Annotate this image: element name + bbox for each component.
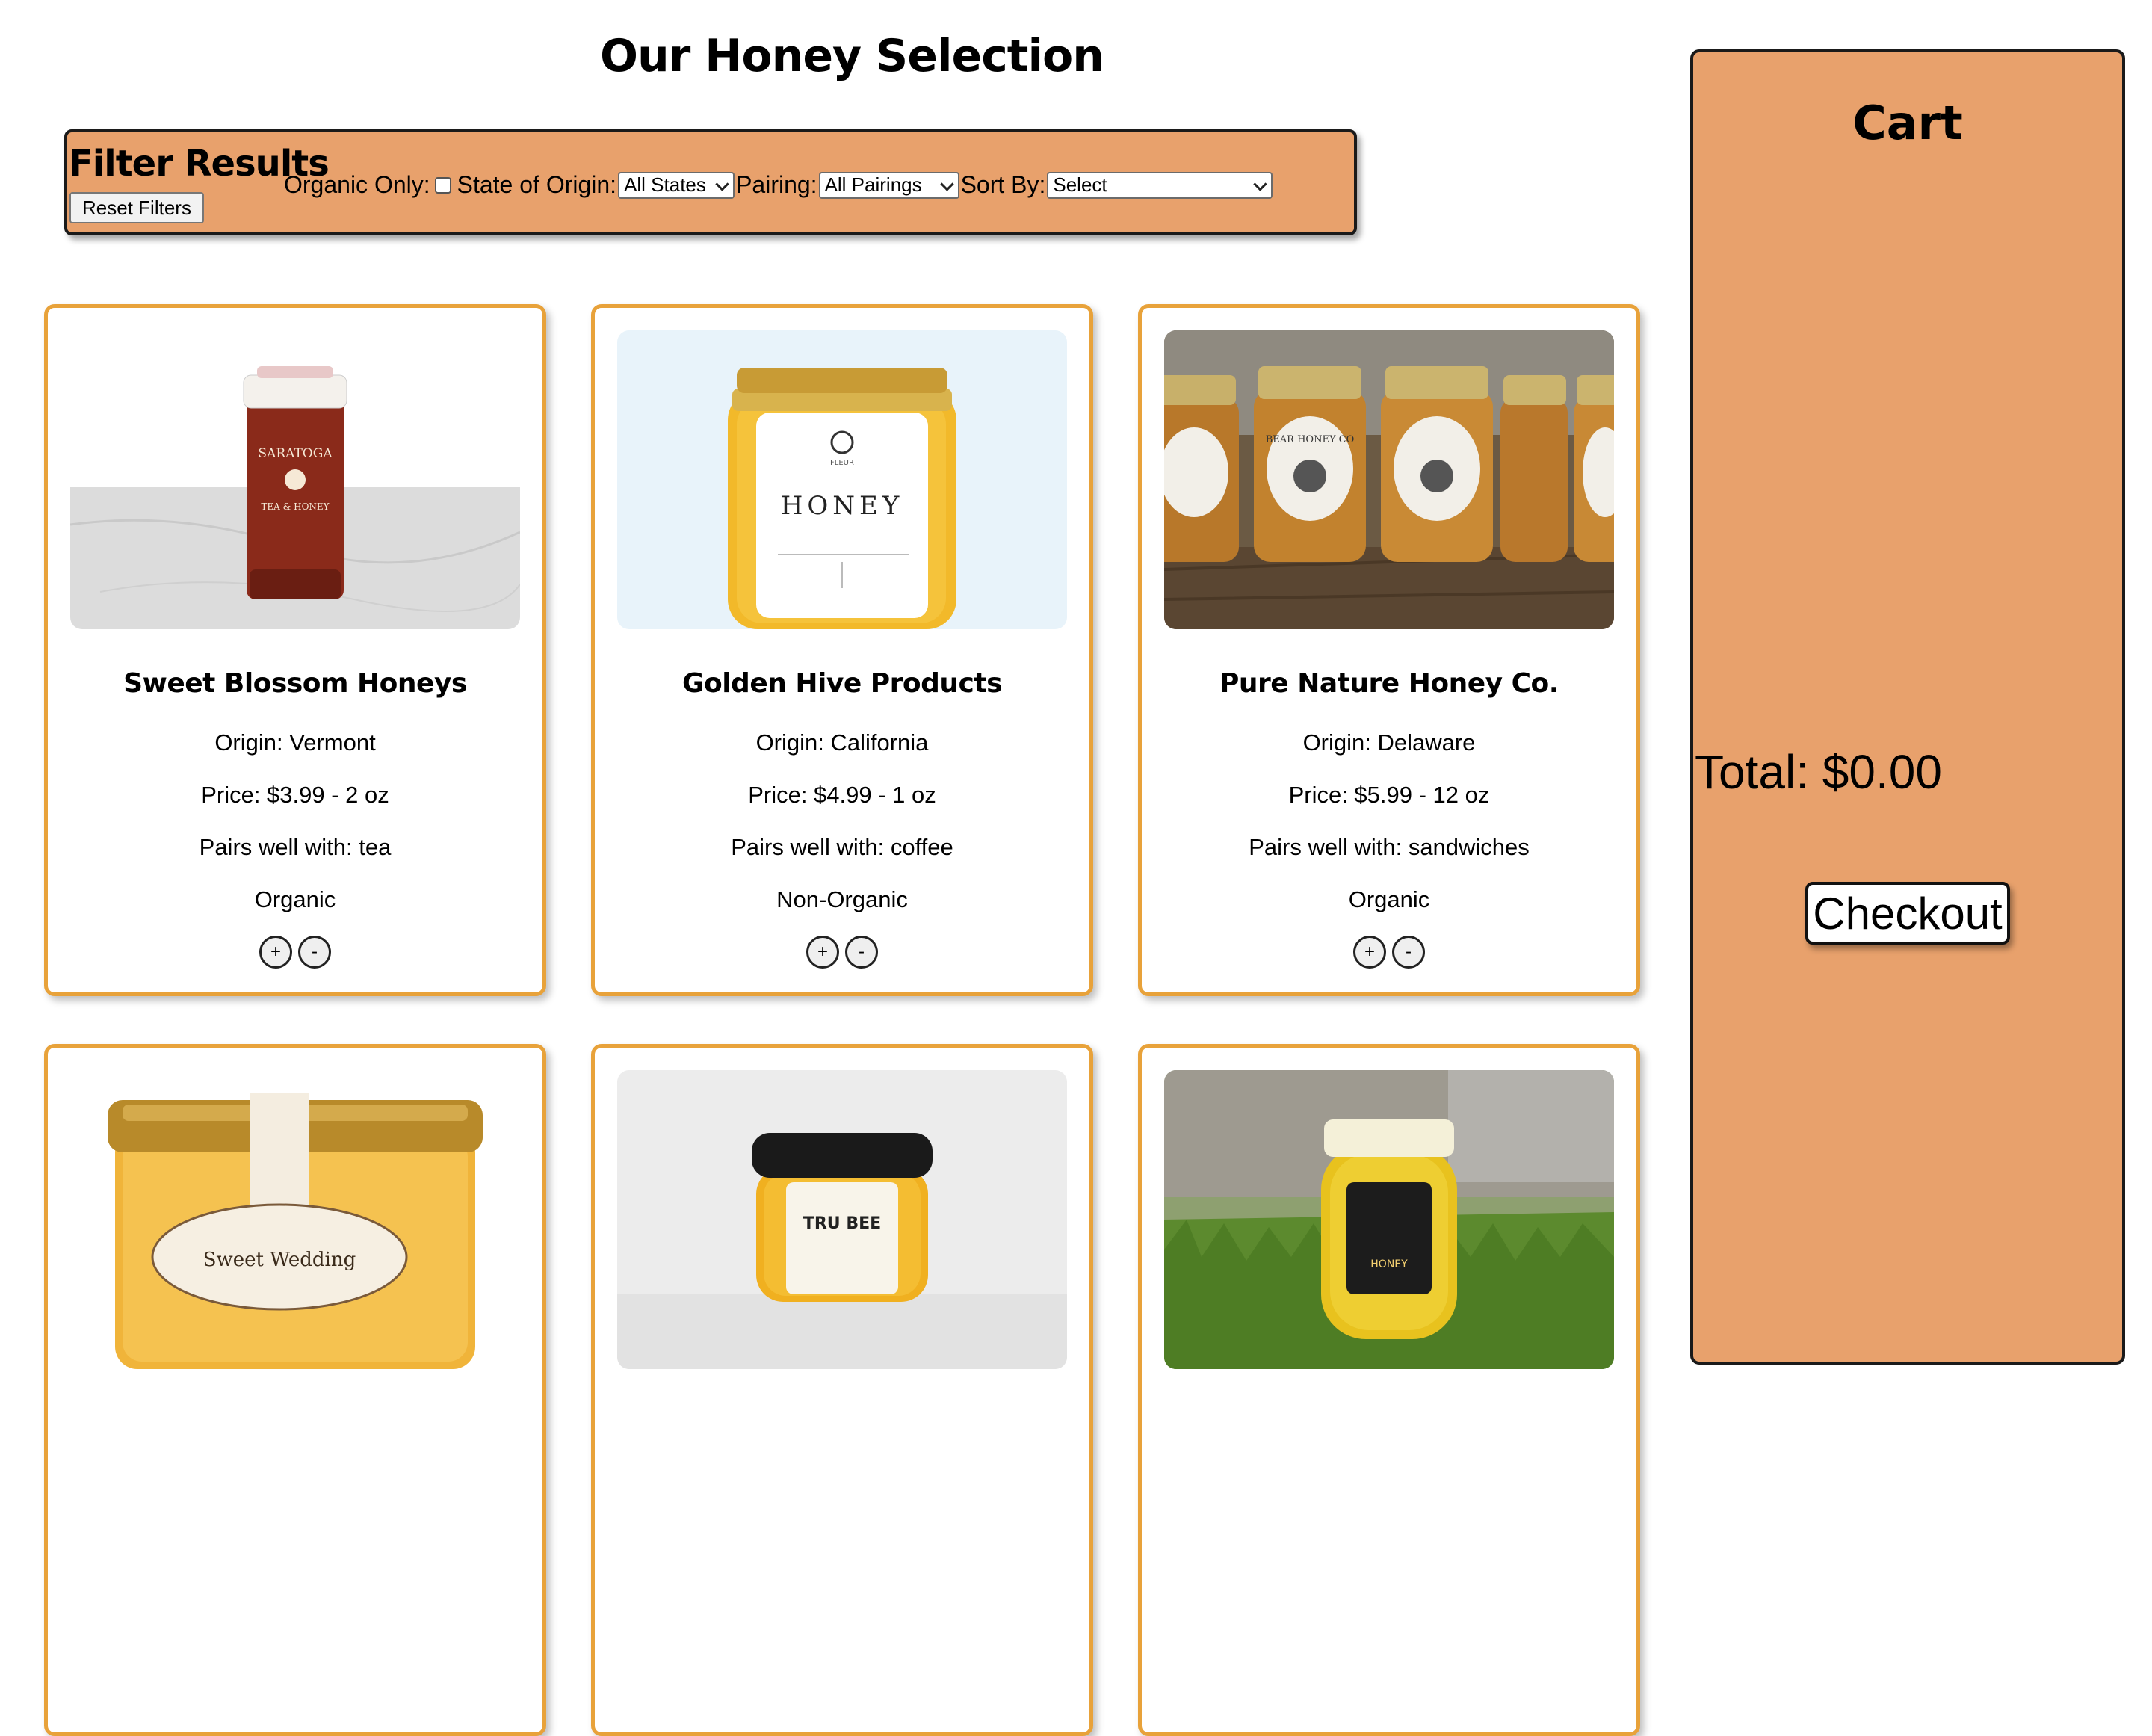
quantity-controls: + - bbox=[48, 936, 542, 969]
quantity-controls: + - bbox=[1142, 936, 1636, 969]
product-origin: Origin: Vermont bbox=[214, 729, 376, 756]
product-card: Sweet Wedding bbox=[44, 1044, 546, 1736]
product-origin: Origin: California bbox=[755, 729, 929, 756]
product-image: FLEUR HONEY bbox=[617, 330, 1067, 629]
product-image: TRU BEE bbox=[617, 1070, 1067, 1369]
jar-label-text: BEAR HONEY CO bbox=[1266, 434, 1355, 445]
product-image: SARATOGA TEA & HONEY bbox=[70, 330, 520, 629]
pairing-select[interactable]: All Pairings bbox=[818, 171, 959, 199]
organic-only-label: Organic Only: bbox=[284, 171, 430, 198]
product-organic-status: Organic bbox=[254, 886, 336, 912]
jar-label-text: TRU BEE bbox=[803, 1214, 881, 1233]
cart-title: Cart bbox=[1852, 96, 1963, 150]
state-of-origin-label: State of Origin: bbox=[457, 171, 617, 198]
product-organic-status: Non-Organic bbox=[776, 886, 908, 912]
product-card: BEAR HONEY CO Pure Nature Honey Co. Orig… bbox=[1138, 304, 1640, 996]
quantity-controls: + - bbox=[595, 936, 1089, 969]
jar-label-text: Sweet Wedding bbox=[203, 1249, 356, 1271]
chevron-down-icon bbox=[939, 176, 954, 191]
reset-filters-button[interactable]: Reset Filters bbox=[69, 192, 204, 223]
organic-only-checkbox[interactable] bbox=[434, 176, 451, 194]
product-organic-status: Organic bbox=[1348, 886, 1430, 912]
product-origin: Origin: Delaware bbox=[1302, 729, 1476, 756]
sort-by-value: Select bbox=[1053, 173, 1107, 196]
product-price: Price: $5.99 - 12 oz bbox=[1288, 782, 1490, 808]
chevron-down-icon bbox=[1253, 176, 1268, 191]
cart-panel: Cart Total: $0.00 Checkout bbox=[1690, 49, 2125, 1365]
jar-label-text: SARATOGA bbox=[258, 446, 333, 461]
product-price: Price: $4.99 - 1 oz bbox=[748, 782, 936, 808]
page-title: Our Honey Selection bbox=[600, 30, 1104, 82]
product-name: Pure Nature Honey Co. bbox=[1219, 668, 1559, 699]
product-card: HONEY bbox=[1138, 1044, 1640, 1736]
jar-label-brand: FLEUR bbox=[830, 459, 854, 467]
chevron-down-icon bbox=[715, 176, 729, 191]
filter-panel: Filter Results Organic Only: State of Or… bbox=[64, 129, 1357, 235]
product-pairing: Pairs well with: tea bbox=[199, 834, 392, 860]
pairing-label: Pairing: bbox=[736, 171, 817, 198]
jar-label-text: HONEY bbox=[781, 491, 904, 521]
jar-label-sub: TEA & HONEY bbox=[261, 501, 330, 512]
product-card: FLEUR HONEY Golden Hive Products Origin:… bbox=[591, 304, 1093, 996]
product-card: TRU BEE bbox=[591, 1044, 1093, 1736]
product-pairing: Pairs well with: coffee bbox=[731, 834, 953, 860]
sort-by-label: Sort By: bbox=[960, 171, 1046, 198]
product-image: HONEY bbox=[1164, 1070, 1614, 1369]
sort-by-select[interactable]: Select bbox=[1047, 171, 1273, 199]
state-of-origin-select[interactable]: All States bbox=[618, 171, 735, 199]
filter-controls: Organic Only: State of Origin: All State… bbox=[284, 171, 1274, 199]
decrease-quantity-button[interactable]: - bbox=[1392, 936, 1425, 969]
state-of-origin-value: All States bbox=[624, 173, 706, 196]
product-card: SARATOGA TEA & HONEY Sweet Blossom Honey… bbox=[44, 304, 546, 996]
jar-label-text: HONEY bbox=[1370, 1258, 1408, 1270]
product-price: Price: $3.99 - 2 oz bbox=[201, 782, 389, 808]
decrease-quantity-button[interactable]: - bbox=[845, 936, 878, 969]
increase-quantity-button[interactable]: + bbox=[806, 936, 839, 969]
product-name: Golden Hive Products bbox=[681, 668, 1003, 699]
decrease-quantity-button[interactable]: - bbox=[298, 936, 331, 969]
product-name: Sweet Blossom Honeys bbox=[123, 668, 467, 699]
pairing-value: All Pairings bbox=[824, 173, 922, 196]
cart-total: Total: $0.00 bbox=[1695, 745, 1942, 799]
product-image: BEAR HONEY CO bbox=[1164, 330, 1614, 629]
product-image: Sweet Wedding bbox=[70, 1070, 520, 1369]
increase-quantity-button[interactable]: + bbox=[1353, 936, 1386, 969]
checkout-button[interactable]: Checkout bbox=[1805, 882, 2010, 945]
increase-quantity-button[interactable]: + bbox=[259, 936, 292, 969]
product-pairing: Pairs well with: sandwiches bbox=[1249, 834, 1530, 860]
